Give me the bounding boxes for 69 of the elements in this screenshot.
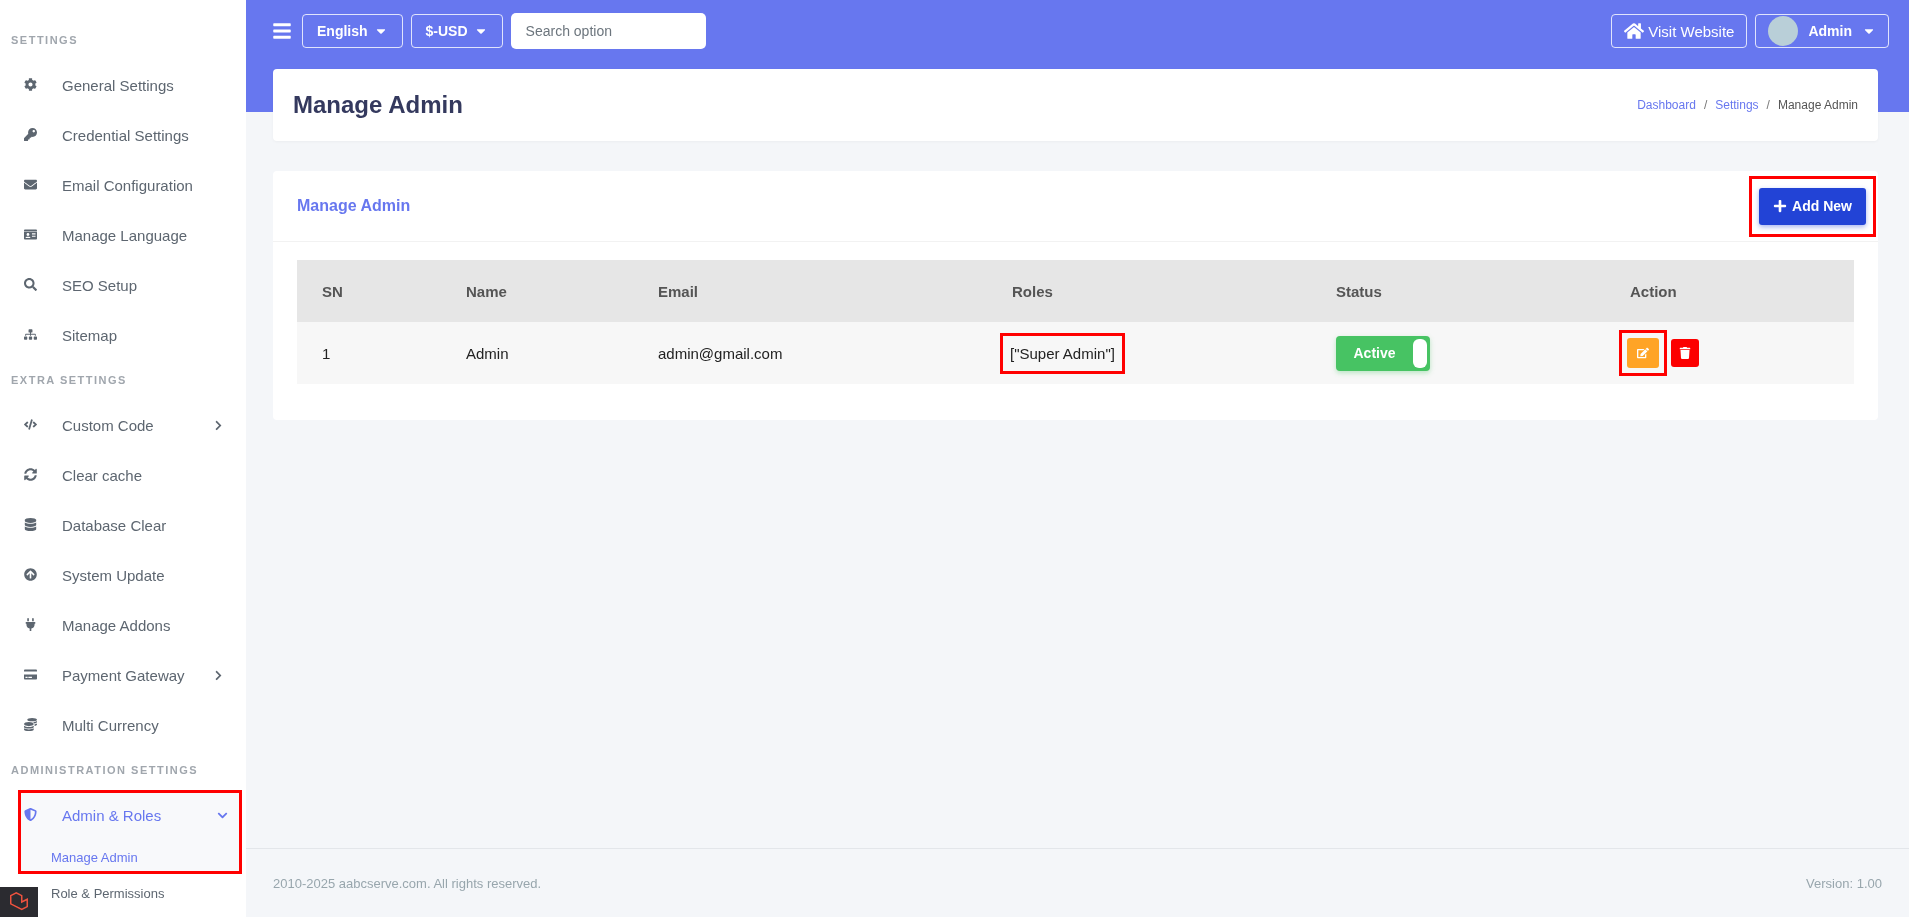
sidebar-item[interactable]: Manage Language	[0, 210, 246, 260]
upload-icon	[24, 568, 38, 582]
table-cell: 1	[297, 322, 441, 384]
breadcrumb-link[interactable]: Settings	[1715, 98, 1759, 112]
sidebar-item[interactable]: Manage Addons	[0, 600, 246, 650]
submenu-item[interactable]: Manage Admin	[18, 840, 242, 874]
breadcrumb-link[interactable]: Dashboard	[1637, 98, 1696, 112]
submenu-item[interactable]: Role & Permissions	[51, 878, 165, 908]
avatar	[1768, 16, 1799, 46]
envelope-icon	[24, 178, 38, 192]
menu-icon[interactable]	[272, 21, 292, 41]
sidebar-item[interactable]: System Update	[0, 550, 246, 600]
refresh-icon	[24, 468, 38, 482]
column-header: SN	[297, 260, 441, 322]
column-header: Roles	[987, 260, 1311, 322]
add-new-button[interactable]: Add New	[1759, 187, 1866, 225]
search-field[interactable]: Search option	[510, 13, 706, 49]
currency-dropdown[interactable]: $-USD	[410, 14, 503, 48]
sitemap-icon	[24, 328, 38, 342]
sidebar-item[interactable]: Clear cache	[0, 450, 246, 500]
plug-icon	[24, 618, 38, 632]
language-dropdown[interactable]: English	[302, 14, 403, 48]
trash-icon	[1679, 347, 1691, 359]
breadcrumb-separator: /	[1766, 98, 1770, 112]
chevron-right-icon	[213, 419, 224, 431]
database-icon	[24, 518, 38, 532]
debug-bar-button[interactable]	[0, 887, 38, 917]
page-title: Manage Admin	[293, 91, 464, 119]
role-text: ["Super Admin"]	[1010, 344, 1115, 362]
column-header: Name	[441, 260, 633, 322]
section-title: SETTINGS	[10, 33, 79, 48]
column-header: Status	[1311, 260, 1605, 322]
search-icon	[24, 278, 38, 292]
code-icon	[24, 418, 38, 432]
section-title: ADMINISTRATION SETTINGS	[10, 763, 200, 778]
sidebar-item[interactable]: Payment Gateway	[0, 650, 246, 700]
shield-icon	[24, 808, 38, 822]
sidebar-item[interactable]: Custom Code	[0, 400, 246, 450]
chevron-right-icon	[213, 669, 224, 681]
edit-icon	[1637, 347, 1649, 359]
column-header: Action	[1605, 260, 1854, 322]
copyright-text: 2010-2025 aabcserve.com. All rights reserved.	[273, 875, 542, 891]
home-icon	[1624, 21, 1645, 41]
user-menu-button[interactable]: Admin	[1755, 14, 1889, 48]
sidebar-item[interactable]: Email Configuration	[0, 160, 246, 210]
column-header: Email	[633, 260, 987, 322]
sidebar-item[interactable]: General Settings	[0, 60, 246, 110]
delete-button[interactable]	[1671, 339, 1699, 367]
sidebar-item[interactable]: Database Clear	[0, 500, 246, 550]
logo-icon	[8, 891, 30, 913]
card-title: Manage Admin	[297, 197, 412, 215]
key-icon	[24, 128, 38, 142]
sidebar-item[interactable]: Admin & Roles	[18, 790, 242, 840]
section-title: EXTRA SETTINGS	[10, 373, 128, 388]
coins-icon	[24, 718, 38, 732]
sidebar-item[interactable]: Credential Settings	[0, 110, 246, 160]
sidebar-item[interactable]: Sitemap	[0, 310, 246, 360]
version-text: Version: 1.00	[1806, 875, 1882, 891]
gear-icon	[24, 78, 38, 92]
sidebar-item[interactable]: SEO Setup	[0, 260, 246, 310]
breadcrumb-current: Manage Admin	[1777, 98, 1858, 112]
visit-website-button[interactable]: Visit Website	[1611, 14, 1748, 48]
credit-card-icon	[24, 668, 38, 682]
sidebar-item[interactable]: Multi Currency	[0, 700, 246, 750]
table-cell: Admin	[441, 322, 633, 384]
id-card-icon	[24, 228, 38, 242]
table-cell: admin@gmail.com	[633, 322, 987, 384]
plus-icon	[1773, 199, 1788, 213]
breadcrumb-separator: /	[1703, 98, 1708, 112]
